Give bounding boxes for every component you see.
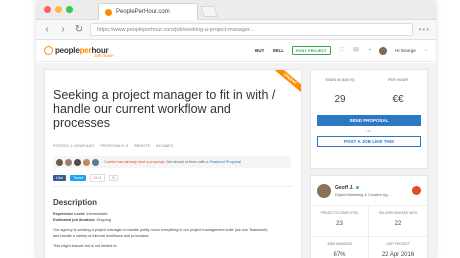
description-body: This might include but is not limited to…	[53, 244, 118, 248]
heart-icon[interactable]: ♡	[339, 47, 345, 54]
divider	[53, 186, 293, 187]
job-card: URGENT Seeking a project manager to fit …	[44, 69, 302, 258]
avatar[interactable]	[56, 158, 63, 166]
browser-tab[interactable]: PeoplePerHour.com	[98, 3, 198, 20]
tab-title: PeoplePerHour.com	[116, 9, 170, 15]
back-arrow-icon[interactable]: ‹	[42, 24, 52, 35]
buyer-avatar[interactable]	[317, 183, 331, 198]
stat-value: 67%	[333, 252, 346, 258]
chevron-down-icon[interactable]: ⌄	[424, 47, 428, 54]
stat-label: PROJECTS COMPLETED	[320, 211, 359, 215]
buyer-badge-icon	[412, 186, 421, 195]
stat-jobs-awarded: JOBS AWARDED 67%	[311, 237, 369, 258]
buyer-info: Geoff J. Digital Marketing & Creative Ag…	[335, 185, 408, 197]
stat-last-project: LAST PROJECT 22 Apr 2016	[369, 237, 427, 258]
browser-titlebar: PeoplePerHour.com	[36, 0, 436, 20]
or-separator: - or -	[364, 129, 373, 133]
browser-menu-icon[interactable]: •••	[419, 25, 430, 34]
stat-label: SELLERS WORKED WITH	[378, 211, 418, 215]
buyer-profile: Geoff J. Digital Marketing & Creative Ag…	[311, 176, 427, 206]
buyer-role: Digital Marketing & Creative Ag...	[335, 192, 391, 197]
proposal-count: PROPOSALS: 8	[100, 144, 129, 148]
description-heading: Description	[53, 198, 98, 207]
job-id: #1236874	[156, 144, 174, 148]
nav-sell[interactable]: SELL	[272, 48, 284, 53]
facebook-like-button[interactable]: Like	[53, 175, 66, 181]
stat-value: 22	[394, 221, 402, 227]
pricing-row: ENDS IN (DAYS) 29 PER HOUR €€	[311, 70, 427, 105]
stat-label: LAST PROJECT	[386, 242, 410, 246]
forward-arrow-icon[interactable]: ›	[58, 24, 68, 35]
ends-in-value: 29	[334, 94, 346, 105]
ends-in-cell: ENDS IN (DAYS) 29	[311, 70, 369, 105]
gplus-button[interactable]: G+1	[90, 174, 106, 182]
top-nav: BUY SELL POST PROJECT ♡ ✉ ◔ Hi George ⌄	[255, 46, 428, 55]
stat-label: JOBS AWARDED	[326, 242, 353, 246]
description-body: and handle a variety of internal workflo…	[53, 234, 150, 238]
url-field[interactable]: https://www.peopleperhour.com/job/seekin…	[90, 23, 413, 36]
post-job-like-this-button[interactable]: POST A JOB LIKE THIS	[317, 136, 421, 147]
reload-icon[interactable]: ↻	[74, 24, 84, 35]
avatar[interactable]	[83, 158, 90, 166]
pricing-card: ENDS IN (DAYS) 29 PER HOUR €€ SEND PROPO…	[310, 69, 428, 169]
site-header: peopleperhour Job done! BUY SELL POST PR…	[36, 40, 436, 62]
post-project-button[interactable]: POST PROJECT	[291, 46, 331, 55]
buyer-stats: PROJECTS COMPLETED 23 SELLERS WORKED WIT…	[311, 206, 427, 258]
job-title: Seeking a project manager to fit in with…	[53, 88, 276, 130]
rate-value: €€	[392, 94, 404, 105]
featured-proposal-link[interactable]: Featured Proposal	[210, 160, 241, 164]
online-status-icon	[355, 185, 359, 189]
ends-in-label: ENDS IN (DAYS)	[325, 78, 355, 82]
logo-tagline: Job done!	[94, 53, 114, 58]
mail-icon[interactable]: ✉	[353, 47, 359, 54]
user-menu[interactable]: Hi George	[395, 48, 416, 53]
minimize-window-button[interactable]	[55, 6, 62, 13]
description-body: Our agency is seeking a project manager …	[53, 228, 268, 232]
nav-buy[interactable]: BUY	[255, 48, 265, 53]
share-row: Like Tweet G+1 0	[53, 174, 118, 182]
rate-cell: PER HOUR €€	[369, 70, 427, 105]
twitter-tweet-button[interactable]: Tweet	[69, 175, 87, 181]
avatar[interactable]	[92, 158, 99, 166]
proposals-banner: 1 seller has already sent a proposal. Ge…	[53, 156, 291, 168]
browser-window: PeoplePerHour.com ‹ › ↻ https://www.peop…	[36, 0, 436, 258]
remote-badge: REMOTE	[134, 144, 151, 148]
new-tab-button[interactable]	[199, 6, 219, 17]
stat-projects-completed: PROJECTS COMPLETED 23	[311, 206, 369, 237]
rate-label: PER HOUR	[387, 78, 409, 82]
send-proposal-button[interactable]: SEND PROPOSAL	[317, 115, 421, 126]
stat-sellers-worked-with: SELLERS WORKED WITH 22	[369, 206, 427, 237]
proposals-note: 1 seller has already sent a proposal. Ge…	[104, 160, 241, 164]
buyer-card: Geoff J. Digital Marketing & Creative Ag…	[310, 175, 428, 258]
close-window-button[interactable]	[44, 6, 51, 13]
logo-smile-icon	[44, 46, 53, 55]
buyer-name[interactable]: Geoff J.	[335, 185, 408, 191]
avatar[interactable]	[65, 158, 72, 166]
experience-level: Experience Level: Intermediate	[53, 212, 108, 216]
user-avatar[interactable]	[379, 46, 388, 55]
job-meta: POSTED: 1 HOUR AGO PROPOSALS: 8 REMOTE #…	[53, 144, 173, 148]
share-count: 0	[109, 175, 118, 181]
posted-time: POSTED: 1 HOUR AGO	[53, 144, 95, 148]
bell-icon[interactable]: ◔	[367, 47, 371, 54]
stat-value: 23	[336, 221, 343, 227]
page-content: URGENT Seeking a project manager to fit …	[36, 63, 436, 258]
maximize-window-button[interactable]	[66, 6, 73, 13]
avatar[interactable]	[74, 158, 81, 166]
stat-value: 22 Apr 2016	[381, 252, 415, 258]
address-bar: ‹ › ↻ https://www.peopleperhour.com/job/…	[36, 20, 436, 40]
favicon-icon	[105, 8, 112, 16]
job-duration: Estimated job duration: Ongoing	[53, 218, 111, 222]
